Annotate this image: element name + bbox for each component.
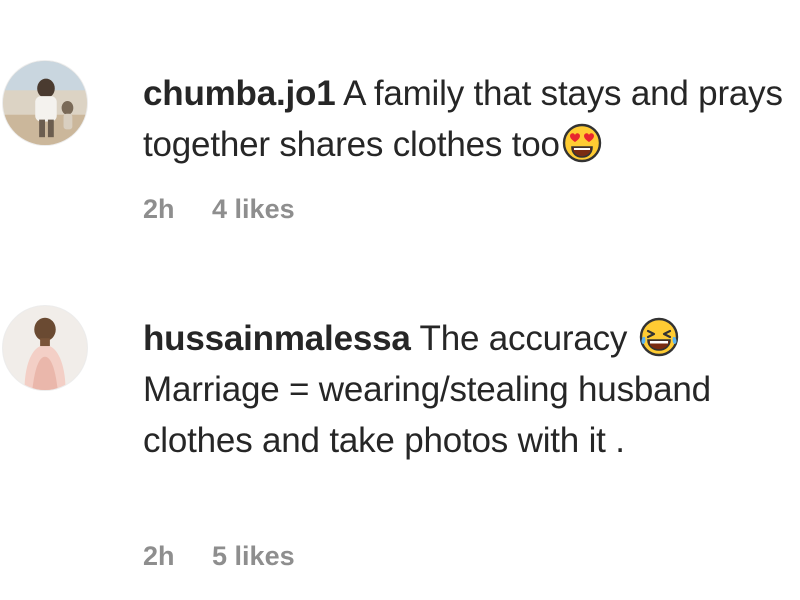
comment-timestamp: 2h — [143, 541, 175, 571]
comment-timestamp: 2h — [143, 194, 175, 224]
comment-message-line1: The accuracy — [419, 319, 628, 358]
comment-likes[interactable]: 4 likes — [212, 194, 295, 224]
comment-message: Marriage = wearing/stealing husband clot… — [143, 370, 711, 460]
avatar[interactable] — [2, 60, 88, 146]
comment-text: hussainmalessa The accuracy Marriage = w… — [143, 313, 783, 466]
comments-section: chumba.jo1 A family that stays and prays… — [0, 0, 800, 600]
laughing-tears-emoji-icon — [639, 317, 679, 357]
avatar-photo-icon — [3, 61, 87, 145]
heart-eyes-emoji-icon — [562, 123, 602, 163]
avatar-photo-icon — [3, 306, 87, 390]
comment-username[interactable]: chumba.jo1 — [143, 74, 336, 113]
comment-likes[interactable]: 5 likes — [212, 541, 295, 571]
comment-meta: 2h 4 likes — [143, 194, 325, 225]
avatar[interactable] — [2, 305, 88, 391]
comment-username[interactable]: hussainmalessa — [143, 319, 411, 358]
comment-meta: 2h 5 likes — [143, 541, 325, 572]
comment-text: chumba.jo1 A family that stays and prays… — [143, 68, 783, 170]
